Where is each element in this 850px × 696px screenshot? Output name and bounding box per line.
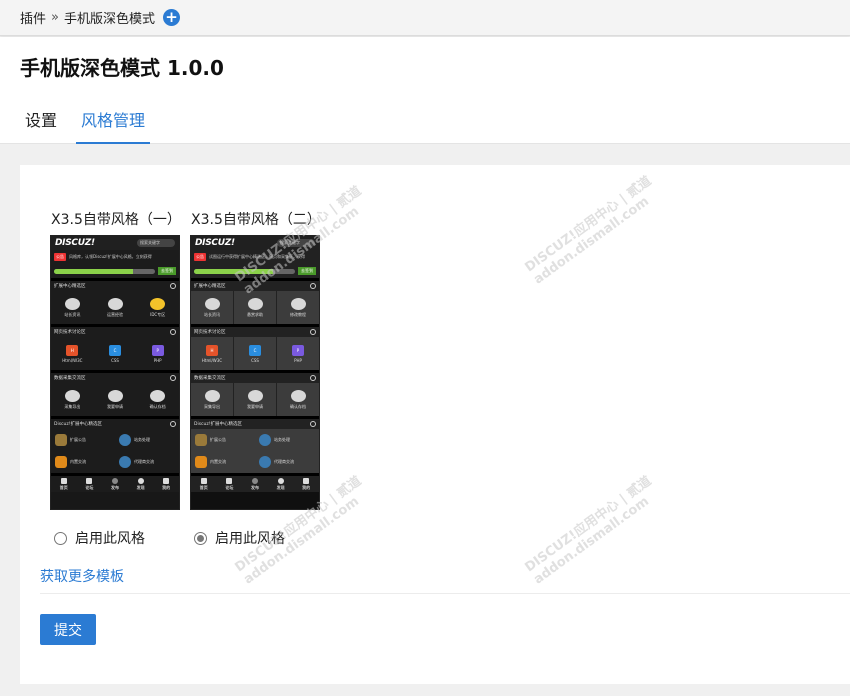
- breadcrumb-separator: »: [51, 10, 59, 25]
- preview-item: Html/W3C: [201, 357, 223, 363]
- submit-button[interactable]: 提交: [40, 614, 96, 645]
- preview-section-title: 数据采集交流区: [54, 376, 86, 381]
- preview-section-title: Discuz!扩展中心精选区: [54, 422, 103, 427]
- preview-item: IDC专区: [150, 311, 166, 317]
- preview-item: 运营经验: [107, 311, 123, 317]
- preview-section-title: Discuz!扩展中心精选区: [194, 422, 243, 427]
- page-title: 手机版深色模式 1.0.0: [20, 56, 224, 80]
- preview-nav: 发布: [110, 484, 119, 490]
- preview-signin: 去签到: [158, 267, 176, 275]
- preview-nav: 首页: [59, 484, 68, 490]
- preview-signin: 去签到: [298, 267, 316, 275]
- theme-name: X3.5自带风格（二）: [191, 212, 321, 228]
- preview-item: 扩展公告: [210, 437, 226, 442]
- breadcrumb-root[interactable]: 插件: [20, 8, 46, 27]
- preview-item: 我要申请: [247, 403, 263, 409]
- style-management-panel: X3.5自带风格（一） DISCUZ! 搜索关键字 公告 风格库，认领Discu…: [20, 165, 850, 684]
- preview-search: 搜索关键字: [137, 239, 175, 247]
- theme-name: X3.5自带风格（一）: [51, 212, 181, 228]
- preview-notice: 试图运行中获得扩展中心精选区，网页和采集区，获得: [209, 254, 305, 259]
- preview-nav: 首页: [199, 484, 208, 490]
- preview-nav: 发现: [276, 484, 285, 490]
- preview-item: 代理商交流: [134, 459, 154, 464]
- preview-section-title: 网页技术讨论区: [54, 330, 86, 335]
- preview-item: 扩展公告: [70, 437, 86, 442]
- breadcrumb: 插件 » 手机版深色模式 +: [0, 0, 850, 36]
- divider: [40, 593, 850, 594]
- preview-item: 站长资讯: [64, 311, 81, 317]
- radio-label: 启用此风格: [75, 531, 145, 547]
- preview-section-title: 网页技术讨论区: [194, 330, 226, 335]
- preview-item: PHP: [294, 357, 302, 363]
- preview-item: CSS: [251, 357, 259, 363]
- preview-item: 内置交流: [210, 459, 226, 464]
- preview-nav: 发现: [136, 484, 145, 490]
- add-shortcut-icon[interactable]: +: [163, 9, 180, 26]
- preview-item: 悬赏求助: [247, 311, 263, 317]
- theme-preview[interactable]: DISCUZ! 搜索关键字 公告 试图运行中获得扩展中心精选区，网页和采集区，获…: [190, 235, 320, 510]
- preview-logo: DISCUZ!: [55, 238, 95, 248]
- preview-item: 修改教程: [290, 311, 306, 317]
- radio-label: 启用此风格: [215, 531, 285, 547]
- preview-section-title: 数据采集交流区: [194, 376, 226, 381]
- page-header: 手机版深色模式 1.0.0 设置 风格管理: [0, 37, 850, 144]
- preview-section-title: 扩展中心精选区: [54, 284, 86, 289]
- preview-search: 搜索关键字: [277, 239, 315, 247]
- preview-item: 确认存档: [290, 403, 306, 409]
- preview-nav: 我的: [302, 484, 311, 490]
- preview-nav: 发布: [250, 484, 259, 490]
- preview-item: 我要申请: [107, 403, 123, 409]
- breadcrumb-current: 手机版深色模式: [63, 12, 155, 27]
- preview-section-title: 扩展中心精选区: [194, 284, 226, 289]
- preview-nav: 论坛: [225, 484, 234, 490]
- enable-style-2-radio[interactable]: [194, 531, 207, 545]
- preview-nav: 我的: [162, 484, 171, 490]
- preview-item: 采集导出: [64, 403, 81, 409]
- preview-item: 站务处理: [274, 437, 290, 442]
- preview-item: 代理商交流: [274, 459, 294, 464]
- preview-notice: 风格库，认领Discuz!扩展中心风格，立刻获得: [69, 254, 152, 259]
- preview-item: 站长资讯: [204, 311, 220, 317]
- tab-bar: 设置 风格管理: [20, 99, 164, 144]
- enable-style-1-option[interactable]: 启用此风格: [54, 528, 145, 548]
- tab-style-management[interactable]: 风格管理: [76, 99, 151, 144]
- theme-preview[interactable]: DISCUZ! 搜索关键字 公告 风格库，认领Discuz!扩展中心风格，立刻获…: [50, 235, 180, 510]
- preview-notice-tag: 公告: [194, 253, 206, 261]
- preview-item: 内置交流: [70, 459, 86, 464]
- preview-item: PHP: [153, 357, 162, 363]
- enable-style-2-option[interactable]: 启用此风格: [194, 528, 285, 548]
- preview-nav: 论坛: [85, 484, 94, 490]
- preview-item: 采集导出: [204, 403, 220, 409]
- preview-item: 站务处理: [134, 437, 150, 442]
- get-more-templates-link[interactable]: 获取更多模板: [40, 566, 124, 586]
- preview-item: 确认存档: [149, 403, 166, 409]
- tab-settings[interactable]: 设置: [20, 99, 62, 144]
- preview-item: Html/W3C: [62, 357, 83, 363]
- preview-logo: DISCUZ!: [195, 238, 235, 248]
- preview-item: CSS: [111, 357, 119, 363]
- enable-style-1-radio[interactable]: [54, 531, 67, 545]
- preview-notice-tag: 公告: [54, 253, 66, 261]
